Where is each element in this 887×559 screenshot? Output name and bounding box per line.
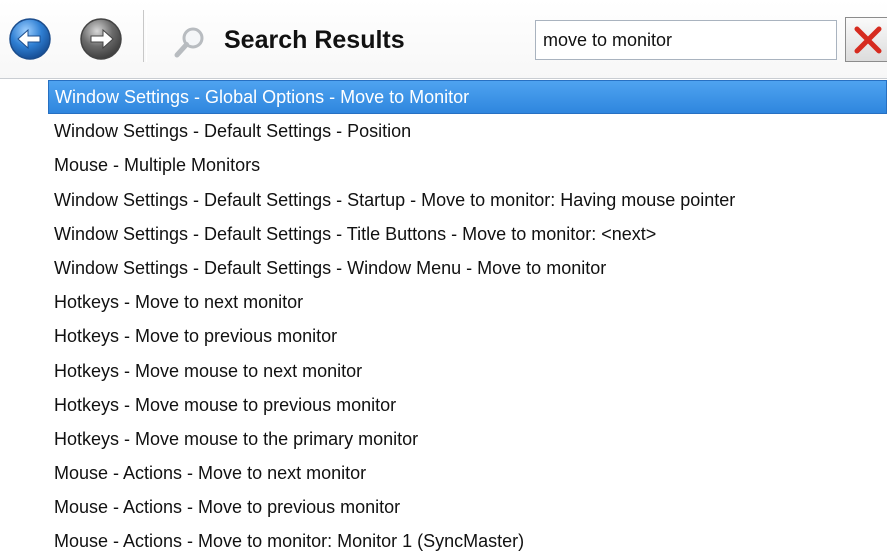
back-arrow-icon (9, 18, 51, 60)
forward-arrow-icon (80, 18, 122, 60)
back-button[interactable] (9, 18, 51, 60)
result-item[interactable]: Hotkeys - Move mouse to next monitor (48, 354, 887, 388)
result-item[interactable]: Window Settings - Default Settings - Win… (48, 251, 887, 285)
result-item-selected[interactable]: Window Settings - Global Options - Move … (48, 80, 887, 115)
result-item[interactable]: Hotkeys - Move mouse to previous monitor (48, 388, 887, 422)
page-title: Search Results (224, 26, 405, 54)
result-item[interactable]: Window Settings - Default Settings - Tit… (48, 217, 887, 251)
result-item[interactable]: Mouse - Actions - Move to previous monit… (48, 490, 887, 524)
result-item[interactable]: Mouse - Multiple Monitors (48, 148, 887, 182)
result-item[interactable]: Hotkeys - Move to previous monitor (48, 319, 887, 353)
result-item[interactable]: Window Settings - Default Settings - Sta… (48, 183, 887, 217)
forward-button[interactable] (80, 18, 122, 60)
toolbar-separator (143, 10, 147, 62)
result-item[interactable]: Mouse - Actions - Move to next monitor (48, 456, 887, 490)
toolbar: Search Results (0, 0, 887, 78)
magnifier-icon (172, 24, 208, 60)
search-input[interactable] (535, 20, 837, 60)
result-item[interactable]: Hotkeys - Move mouse to the primary moni… (48, 422, 887, 456)
result-item[interactable]: Hotkeys - Move to next monitor (48, 285, 887, 319)
result-item[interactable]: Window Settings - Default Settings - Pos… (48, 114, 887, 148)
clear-search-button[interactable] (845, 17, 887, 62)
toolbar-divider (0, 78, 887, 79)
results-list: Window Settings - Global Options - Move … (48, 80, 887, 559)
red-x-icon (854, 26, 882, 54)
result-item[interactable]: Mouse - Actions - Move to monitor: Monit… (48, 524, 887, 558)
